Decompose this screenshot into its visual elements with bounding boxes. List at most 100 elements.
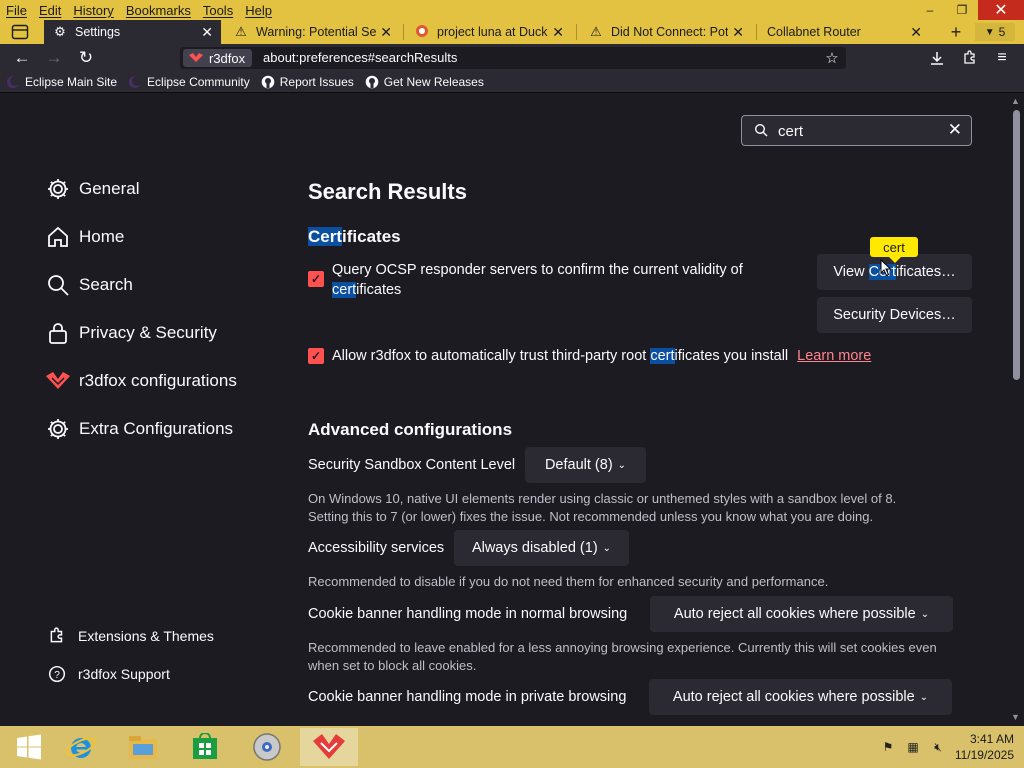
sidebar-item-home[interactable]: Home bbox=[45, 224, 124, 250]
tab-label: Did Not Connect: Pote bbox=[611, 25, 729, 39]
tab-separator bbox=[756, 24, 757, 40]
tab-close-button[interactable]: ✕ bbox=[552, 24, 564, 41]
bookmark-label: Get New Releases bbox=[383, 75, 484, 89]
trust-root-certs-label: Allow r3dfox to automatically trust thir… bbox=[332, 346, 871, 366]
sandbox-level-select[interactable]: Default (8) ⌄ bbox=[525, 447, 646, 483]
taskbar-media-center[interactable] bbox=[238, 728, 296, 766]
clear-search-button[interactable]: ✕ bbox=[948, 120, 962, 140]
tab-label: project luna at DuckDu bbox=[437, 25, 548, 39]
list-all-tabs-button[interactable]: ▼ 5 bbox=[975, 23, 1015, 41]
network-icon[interactable]: ▦ bbox=[904, 739, 922, 755]
extensions-button[interactable] bbox=[959, 48, 981, 68]
flag-icon[interactable]: ⚑ bbox=[879, 739, 897, 755]
bookmark-get-new-releases[interactable]: Get New Releases bbox=[365, 75, 484, 89]
identity-box[interactable]: r3dfox bbox=[183, 49, 253, 67]
trust-text: Allow r3dfox to automatically trust thir… bbox=[332, 348, 651, 364]
new-tab-button[interactable]: + bbox=[940, 22, 972, 42]
close-window-button[interactable]: ✕ bbox=[978, 0, 1024, 20]
bookmark-eclipse-community[interactable]: Eclipse Community bbox=[128, 75, 250, 89]
app-menu-button[interactable]: ≡ bbox=[991, 48, 1013, 68]
taskbar-r3dfox[interactable] bbox=[300, 728, 358, 766]
tab-warning[interactable]: ⚠ Warning: Potential Sec ✕ bbox=[225, 20, 400, 44]
description-text: On Windows 10, native UI elements render… bbox=[308, 491, 897, 506]
volume-muted-icon[interactable]: 🔇︎ bbox=[929, 739, 947, 755]
sidebar-item-extra-configurations[interactable]: Extra Configurations bbox=[45, 416, 233, 442]
tab-close-button[interactable]: ✕ bbox=[732, 24, 744, 41]
tab-close-button[interactable]: ✕ bbox=[201, 24, 213, 41]
clock[interactable]: 3:41 AM 11/19/2025 bbox=[954, 731, 1024, 763]
chevron-down-icon: ▼ bbox=[984, 26, 995, 38]
sidebar-item-label: Extra Configurations bbox=[79, 419, 234, 438]
tab-did-not-connect[interactable]: ⚠ Did Not Connect: Pote ✕ bbox=[580, 20, 752, 44]
page-title: Search Results bbox=[308, 179, 467, 204]
gear-icon: ⚙ bbox=[54, 24, 66, 39]
checkmark-icon: ✓ bbox=[310, 349, 322, 363]
scroll-down-icon[interactable]: ▼ bbox=[1011, 712, 1020, 722]
firefox-view-button[interactable] bbox=[6, 23, 34, 41]
taskbar-file-explorer[interactable] bbox=[114, 728, 172, 766]
arrow-right-icon: → bbox=[45, 48, 63, 67]
start-button[interactable] bbox=[0, 728, 58, 766]
search-icon bbox=[45, 272, 71, 298]
bookmark-label: Report Issues bbox=[279, 75, 354, 89]
downloads-button[interactable] bbox=[926, 48, 948, 68]
search-highlight: cert bbox=[650, 348, 675, 364]
tab-collabnet-router[interactable]: Collabnet Router ✕ bbox=[758, 20, 930, 44]
trust-root-certs-checkbox[interactable]: ✓ bbox=[308, 348, 324, 364]
media-center-icon bbox=[253, 733, 281, 761]
ocsp-checkbox[interactable]: ✓ bbox=[308, 271, 324, 287]
sidebar-item-privacy-security[interactable]: Privacy & Security bbox=[45, 320, 217, 346]
settings-search-input[interactable] bbox=[778, 122, 928, 140]
back-button[interactable]: ← bbox=[11, 48, 33, 68]
chevron-down-icon: ⌄ bbox=[617, 459, 627, 471]
tab-duckduckgo[interactable]: project luna at DuckDu ✕ bbox=[406, 20, 572, 44]
sandbox-level-description: On Windows 10, native UI elements render… bbox=[308, 490, 896, 526]
sidebar-item-general[interactable]: General bbox=[45, 176, 139, 202]
accessibility-services-label: Accessibility services bbox=[308, 540, 445, 556]
menu-file[interactable]: File bbox=[0, 3, 33, 18]
menu-help[interactable]: Help bbox=[239, 3, 278, 18]
tab-settings[interactable]: ⚙ Settings ✕ bbox=[44, 20, 221, 44]
menu-bookmarks[interactable]: Bookmarks bbox=[120, 3, 197, 18]
sidebar-item-label: Privacy & Security bbox=[79, 323, 217, 342]
tab-close-button[interactable]: ✕ bbox=[910, 24, 922, 41]
url-text[interactable]: about:preferences#searchResults bbox=[263, 50, 457, 65]
sidebar-footer-label: Extensions & Themes bbox=[78, 628, 214, 644]
forward-button[interactable]: → bbox=[43, 48, 65, 68]
tab-close-button[interactable]: ✕ bbox=[380, 24, 392, 41]
settings-search-box[interactable]: ✕ bbox=[741, 115, 972, 146]
search-highlight: Cert bbox=[308, 227, 343, 246]
bookmark-eclipse-main-site[interactable]: Eclipse Main Site bbox=[6, 75, 117, 89]
reload-button[interactable]: ↻ bbox=[75, 48, 97, 68]
scrollbar-thumb[interactable] bbox=[1013, 110, 1020, 380]
warning-icon: ⚠ bbox=[235, 24, 247, 39]
minimize-button[interactable]: – bbox=[914, 0, 946, 20]
windows-logo-icon bbox=[17, 734, 41, 760]
star-icon: ☆ bbox=[825, 50, 839, 67]
menu-history[interactable]: History bbox=[67, 3, 119, 18]
r3dfox-icon bbox=[45, 368, 71, 394]
sidebar-item-search[interactable]: Search bbox=[45, 272, 133, 298]
cookie-banner-normal-select[interactable]: Auto reject all cookies where possible ⌄ bbox=[650, 596, 953, 632]
content-scrollbar[interactable]: ▲ ▼ bbox=[1008, 94, 1024, 726]
bookmark-report-issues[interactable]: Report Issues bbox=[261, 75, 354, 89]
menu-tools[interactable]: Tools bbox=[197, 3, 239, 18]
description-text: when set to block all cookies. bbox=[308, 658, 477, 673]
sidebar-item-r3dfox-configurations[interactable]: r3dfox configurations bbox=[45, 368, 237, 394]
sidebar-item-label: Home bbox=[79, 227, 125, 246]
accessibility-services-select[interactable]: Always disabled (1) ⌄ bbox=[454, 530, 629, 566]
chevron-down-icon: ⌄ bbox=[602, 542, 612, 554]
restore-button[interactable]: ❐ bbox=[946, 0, 978, 20]
learn-more-link[interactable]: Learn more bbox=[797, 348, 871, 364]
scroll-up-icon[interactable]: ▲ bbox=[1011, 96, 1020, 106]
url-bar[interactable]: r3dfox about:preferences#searchResults bbox=[180, 47, 846, 69]
certificates-heading: Certificates bbox=[308, 227, 401, 247]
menu-edit[interactable]: Edit bbox=[33, 3, 67, 18]
cookie-banner-private-select[interactable]: Auto reject all cookies where possible ⌄ bbox=[649, 679, 952, 715]
sidebar-extensions-themes[interactable]: Extensions & Themes bbox=[48, 627, 214, 645]
security-devices-button[interactable]: Security Devices… bbox=[817, 297, 972, 333]
taskbar-store[interactable] bbox=[176, 728, 234, 766]
taskbar-internet-explorer[interactable] bbox=[52, 728, 110, 766]
bookmark-star-button[interactable]: ☆ bbox=[821, 48, 843, 68]
sidebar-support[interactable]: ? r3dfox Support bbox=[48, 665, 170, 683]
